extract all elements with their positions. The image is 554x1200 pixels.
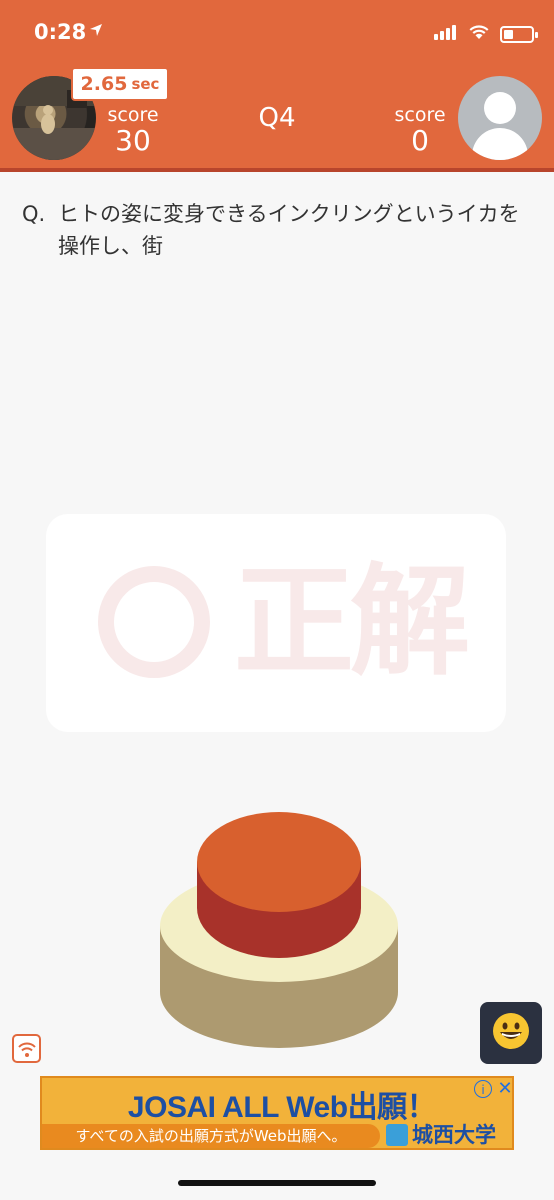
answer-time-unit: sec <box>131 75 160 93</box>
answer-time-badge: 2.65 sec <box>71 67 169 101</box>
ad-close-icon[interactable]: ✕ <box>496 1080 514 1098</box>
ad-logo-text: 城西大学 <box>412 1123 496 1147</box>
home-indicator[interactable] <box>178 1180 376 1186</box>
battery-icon <box>500 25 538 43</box>
opponent-score-label: score <box>394 104 446 126</box>
university-logo-icon <box>386 1124 408 1146</box>
player-score-label: score <box>107 104 159 126</box>
buzzer-button[interactable] <box>160 812 398 1052</box>
cellular-signal-icon <box>434 24 458 44</box>
ad-logo: 城西大学 <box>386 1122 512 1148</box>
status-icons <box>434 24 538 44</box>
wifi-icon <box>17 1040 37 1062</box>
ad-headline: JOSAI ALL Web出願！ <box>127 1091 437 1124</box>
question-number: Q4 <box>258 103 296 133</box>
result-card: 正解 <box>46 514 506 732</box>
game-header: 0:28 2.65 sec score 30 Q4 score 0 <box>0 0 554 172</box>
ad-info-icon[interactable]: i <box>474 1080 492 1098</box>
location-arrow-icon <box>88 22 104 42</box>
ad-banner[interactable]: JOSAI ALL Web出願！ すべての入試の出願方式がWeb出願へ。 城西大… <box>40 1076 514 1150</box>
question-text: ヒトの姿に変身できるインクリングというイカを操作し、街 <box>58 202 520 258</box>
opponent-avatar <box>458 76 542 160</box>
player-score-value: 30 <box>115 124 151 157</box>
emoji-reaction-button[interactable] <box>480 1002 542 1064</box>
wifi-status-icon <box>468 24 490 44</box>
question-prefix: Q. <box>22 202 46 226</box>
ad-subtext: すべての入試の出願方式がWeb出願へ。 <box>42 1124 380 1148</box>
status-time: 0:28 <box>34 20 87 44</box>
answer-time-value: 2.65 <box>80 73 128 95</box>
connection-status-button[interactable] <box>12 1034 41 1063</box>
opponent-score-value: 0 <box>411 124 429 157</box>
correct-circle-icon <box>98 566 210 678</box>
question-text-area: Q. ヒトの姿に変身できるインクリングというイカを操作し、街 <box>22 198 532 262</box>
smiley-face-icon <box>492 1012 530 1054</box>
result-label: 正解 <box>234 553 470 692</box>
